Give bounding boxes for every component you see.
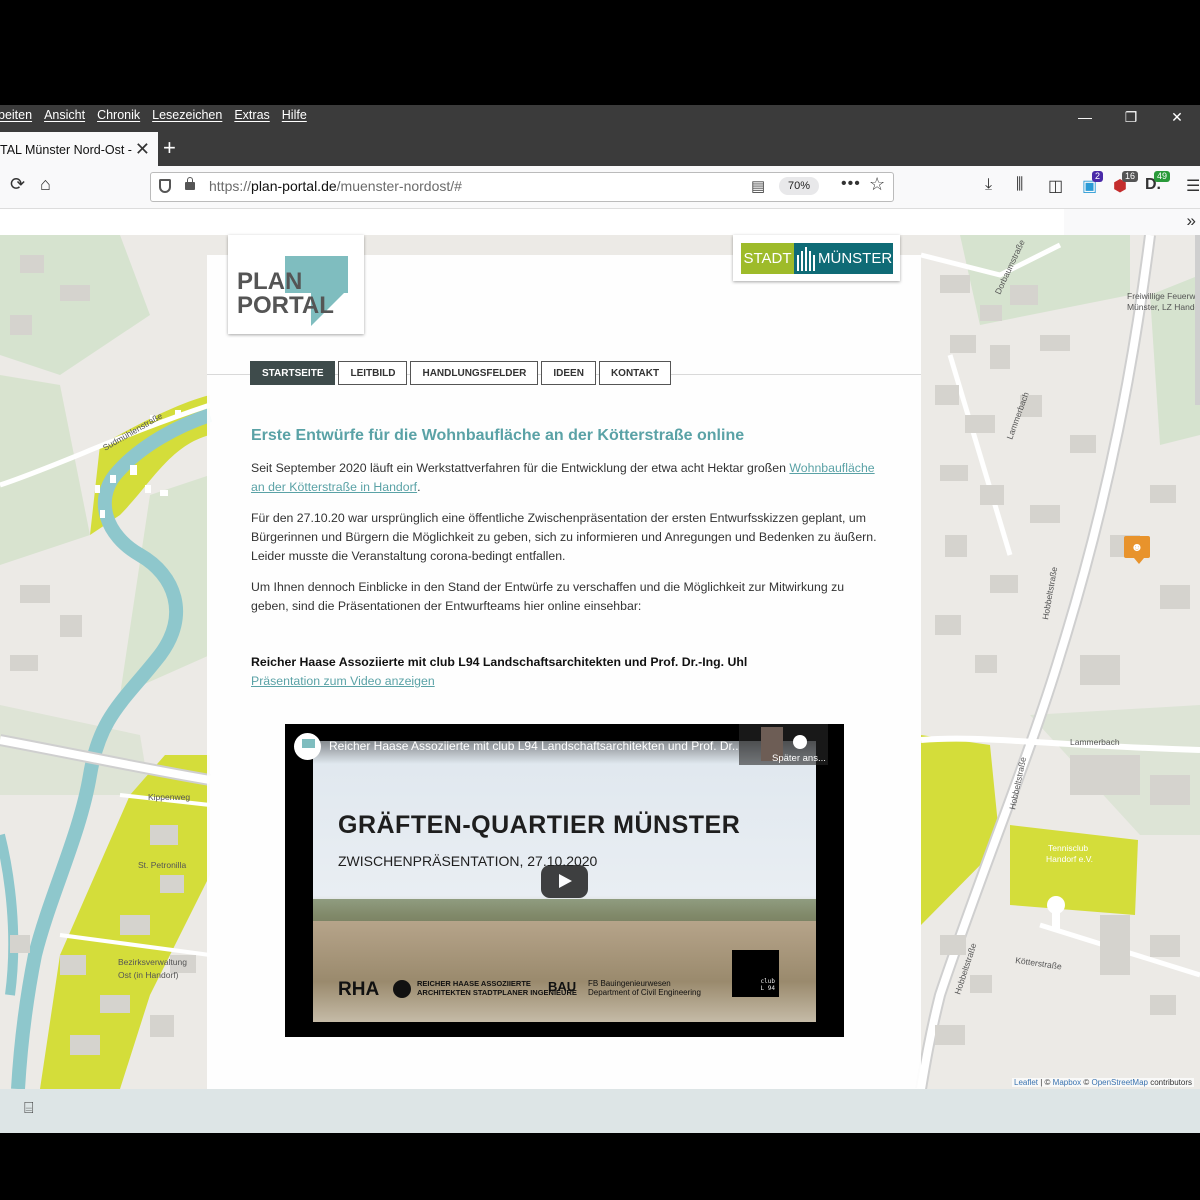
slide-title: GRÄFTEN-QUARTIER MÜNSTER [338,811,741,839]
restore-icon[interactable]: ❐ [1108,105,1154,130]
page-actions-icon[interactable]: ••• [841,175,861,193]
status-bar: ⌸ [0,1089,1200,1133]
reload-icon[interactable]: ⟳ [10,174,25,195]
site-navigation: STARTSEITE LEITBILD HANDLUNGSFELDER IDEE… [250,361,672,385]
tracking-shield-icon[interactable] [159,179,171,193]
addon-d-badge: 49 [1154,171,1171,182]
osm-link[interactable]: OpenStreetMap [1091,1078,1147,1087]
video-title[interactable]: Reicher Haase Assoziierte mit club L94 L… [329,739,739,753]
menu-bookmarks[interactable]: Lesezeichen [152,108,222,122]
minimize-icon[interactable]: — [1062,105,1108,130]
mapbox-link[interactable]: Mapbox [1053,1078,1081,1087]
nav-ideen[interactable]: IDEEN [541,361,596,385]
sidebar-toggle-icon[interactable]: ⌸ [24,1100,34,1118]
street-label: St. Petronilla [138,860,186,870]
video-player[interactable]: GRÄFTEN-QUARTIER MÜNSTER ZWISCHENPRÄSENT… [285,724,844,1037]
article: Erste Entwürfe für die Wohnbaufläche an … [251,425,881,703]
extension-badge: 2 [1092,171,1104,182]
street-label: Kippenweg [148,792,190,802]
channel-avatar[interactable] [294,733,321,760]
menu-tools[interactable]: Extras [234,108,269,122]
bookmarks-toolbar: » [0,209,1200,235]
paragraph-2: Für den 27.10.20 war ursprünglich eine ö… [251,511,877,563]
team-heading: Reicher Haase Assoziierte mit club L94 L… [251,655,748,669]
play-button[interactable] [541,865,588,898]
tab-close-icon[interactable]: ✕ [135,139,150,160]
tab-strip: TAL Münster Nord-Ost - ✕ + [0,130,1200,166]
new-tab-icon[interactable]: + [163,135,176,161]
nav-kontakt[interactable]: KONTAKT [598,361,672,385]
street-label: Lammerbach [1070,737,1120,747]
clock-icon [793,735,807,749]
street-label: Bezirksverwaltung [118,957,187,967]
street-label: Handorf e.V. [1046,854,1093,864]
reader-view-icon[interactable]: ▤ [751,177,765,195]
home-icon[interactable]: ⌂ [40,174,51,195]
library-icon[interactable]: ⫼ [1016,176,1023,194]
downloads-icon[interactable]: ⤓ [985,176,992,194]
menu-history[interactable]: Chronik [97,108,140,122]
paragraph-3: Um Ihnen dennoch Einblicke in den Stand … [251,580,845,613]
presentation-link[interactable]: Präsentation zum Video anzeigen [251,674,435,688]
stadt-muenster-logo[interactable]: STADT MÜNSTER [733,235,900,281]
street-label: Münster, LZ Hando [1127,302,1200,312]
map-marker-icon[interactable]: ☻ [1124,536,1150,564]
menu-help[interactable]: Hilfe [282,108,307,122]
zoom-level[interactable]: 70% [779,177,819,195]
bau-logo: BAU [548,979,577,994]
city-hall-icon [797,247,815,271]
street-label: Tennisclub [1048,843,1088,853]
leaflet-link[interactable]: Leaflet [1014,1078,1038,1087]
sidebar-icon[interactable]: ◫ [1048,176,1063,196]
plan-portal-logo[interactable]: PLAN PORTAL [228,235,364,334]
browser-tab[interactable]: TAL Münster Nord-Ost - ✕ [0,132,158,166]
article-title: Erste Entwürfe für die Wohnbaufläche an … [251,427,745,444]
menu-edit[interactable]: beiten [0,108,32,122]
scrollbar[interactable] [1195,235,1200,405]
nav-handlungsfelder[interactable]: HANDLUNGSFELDER [410,361,539,385]
street-label: Freiwillige Feuerwe [1127,291,1200,301]
url-bar[interactable]: https://plan-portal.de/muenster-nordost/… [150,172,894,202]
close-window-icon[interactable]: ✕ [1154,105,1200,130]
map-attribution: Leaflet | © Mapbox © OpenStreetMap contr… [1012,1078,1194,1087]
watch-later-button[interactable]: Später ans... [739,724,828,765]
adblock-badge: 16 [1122,171,1139,182]
rha-logo: RHA [338,979,380,1000]
bookmarks-overflow-icon[interactable]: » [1187,211,1196,231]
nav-leitbild[interactable]: LEITBILD [338,361,408,385]
nav-startseite[interactable]: STARTSEITE [250,361,336,385]
url-text[interactable]: https://plan-portal.de/muenster-nordost/… [209,178,462,194]
street-label: Ost (in Handorf) [118,970,179,980]
club-l94-logo: club L 94 [732,950,779,997]
tab-title: TAL Münster Nord-Ost - [0,143,132,157]
hamburger-menu-icon[interactable]: ☰ [1186,176,1200,196]
lock-icon[interactable] [185,177,195,190]
menu-view[interactable]: Ansicht [44,108,85,122]
menu-bar: beiten Ansicht Chronik Lesezeichen Extra… [0,105,1200,130]
bookmark-star-icon[interactable]: ☆ [869,174,885,195]
navigation-toolbar: ⟳ ⌂ https://plan-portal.de/muenster-nord… [0,166,1200,209]
paragraph-1: Seit September 2020 läuft ein Werkstattv… [251,461,875,494]
